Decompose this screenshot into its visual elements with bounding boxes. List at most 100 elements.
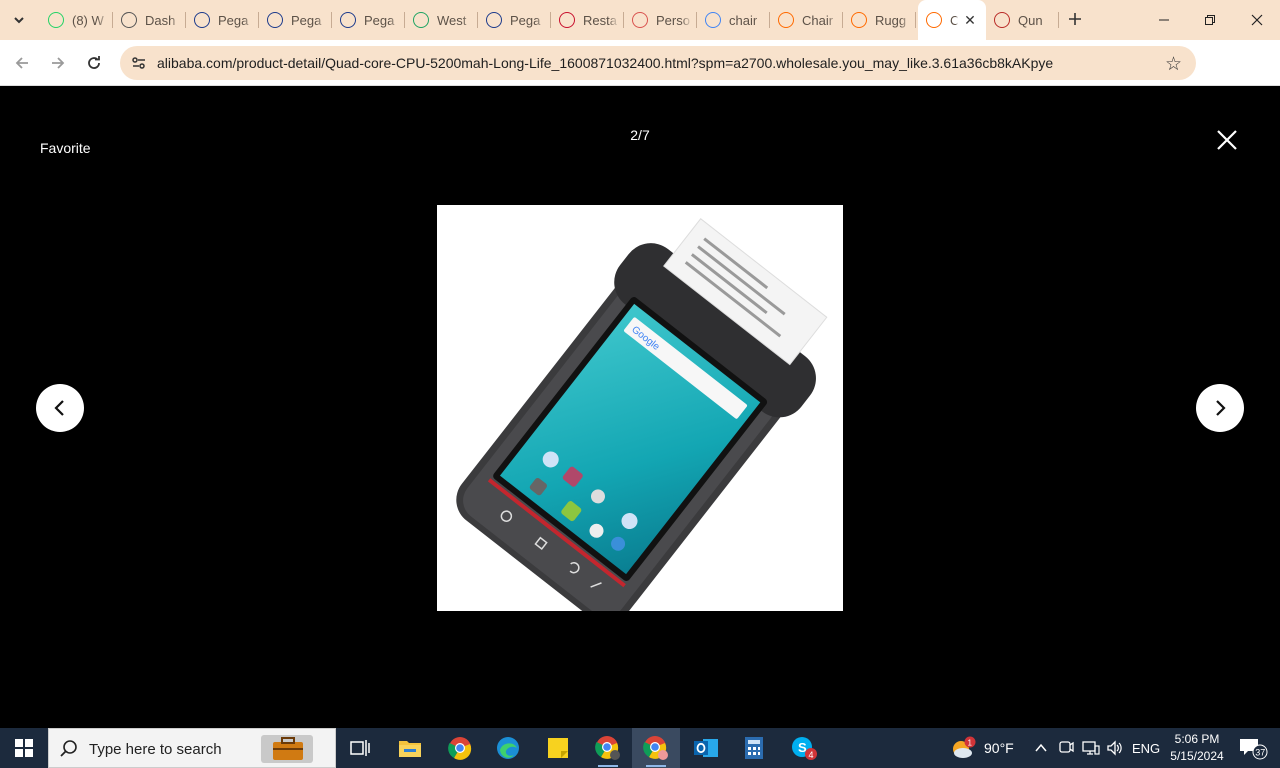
network-button[interactable] <box>1082 728 1100 768</box>
meet-now-button[interactable] <box>1058 728 1074 768</box>
paypal-icon <box>486 12 502 28</box>
calculator-icon <box>745 737 763 759</box>
browser-tab[interactable]: Chair <box>770 0 843 40</box>
clock-time: 5:06 PM <box>1174 732 1220 746</box>
skype-taskbar-button[interactable]: S4 <box>780 728 828 768</box>
site-info-icon[interactable] <box>130 54 148 72</box>
chrome-active-button[interactable] <box>632 728 680 768</box>
tab-title: (8) W <box>72 12 104 28</box>
volume-button[interactable] <box>1106 728 1124 768</box>
system-clock[interactable]: 5:06 PM 5/15/2024 <box>1166 731 1228 765</box>
taskbar-search[interactable]: Type here to search <box>48 728 336 768</box>
browser-tab[interactable]: Resta <box>551 0 624 40</box>
reload-icon <box>88 56 100 69</box>
chevron-right-icon <box>1216 400 1226 416</box>
image-viewer: Favorite 2/7 Google <box>0 87 1280 728</box>
tab-title: Pega <box>364 12 395 28</box>
task-view-button[interactable] <box>336 728 384 768</box>
next-image-button[interactable] <box>1196 384 1244 432</box>
restore-button[interactable] <box>1187 0 1233 40</box>
chevron-up-icon <box>1035 743 1047 752</box>
restaurant-icon <box>559 12 575 28</box>
close-tab-icon[interactable]: ✕ <box>962 12 978 28</box>
pos-terminal-illustration: Google <box>456 218 828 624</box>
browser-tab[interactable]: West <box>405 0 478 40</box>
edge-icon <box>497 737 519 759</box>
product-image: Google <box>437 205 843 624</box>
chrome-profile-icon <box>643 736 668 760</box>
bookmark-star-icon[interactable]: ☆ <box>1165 53 1182 76</box>
browser-tab[interactable]: Dash <box>113 0 186 40</box>
perso-icon <box>632 12 648 28</box>
arrow-left-icon <box>15 57 28 69</box>
browser-tab[interactable]: (8) W <box>40 0 113 40</box>
browser-tab[interactable]: Qun <box>986 0 1059 40</box>
tab-title: Chair <box>802 12 834 28</box>
minimize-button[interactable] <box>1141 0 1187 40</box>
weather-badge: 1 <box>968 739 973 748</box>
favorite-button[interactable]: Favorite <box>40 140 91 156</box>
browser-tab[interactable]: Pega <box>478 0 551 40</box>
previous-image-button[interactable] <box>36 384 84 432</box>
weather-sun-icon: 1 <box>953 736 976 758</box>
alibaba-icon <box>778 12 794 28</box>
tab-title: Rugg <box>875 12 907 28</box>
browser-tab[interactable]: Pega <box>186 0 259 40</box>
skype-badge-count: 4 <box>809 750 814 760</box>
start-button[interactable] <box>0 728 48 768</box>
tab-title: chair <box>729 12 758 28</box>
search-placeholder[interactable]: Type here to search <box>89 741 222 758</box>
paypal-icon <box>340 12 356 28</box>
task-view-icon <box>350 740 370 756</box>
file-explorer-button[interactable] <box>386 728 434 768</box>
show-hidden-icons[interactable] <box>1034 728 1048 768</box>
google-icon <box>705 12 721 28</box>
forward-button[interactable] <box>44 49 72 77</box>
chrome-icon <box>448 737 472 760</box>
notification-center-button[interactable]: 37 <box>1238 736 1268 760</box>
browser-tab[interactable]: Rugg <box>843 0 916 40</box>
browser-tab[interactable]: chair <box>697 0 770 40</box>
paypal-icon <box>194 12 210 28</box>
outlook-icon <box>694 739 718 757</box>
tab-search-button[interactable] <box>6 7 32 33</box>
weather-temp: 90°F <box>984 740 1014 756</box>
edge-taskbar-button[interactable] <box>484 728 532 768</box>
reload-button[interactable] <box>80 49 108 77</box>
tab-list: (8) W Dash Pega Pega Pega West Pega Resta Perso c… <box>40 0 1059 40</box>
tab-title: Qun <box>1018 12 1043 28</box>
chrome-taskbar-button[interactable] <box>436 728 484 768</box>
browser-tab[interactable]: Pega <box>259 0 332 40</box>
chrome-profile-icon <box>595 736 620 760</box>
tab-title: Pega <box>218 12 249 28</box>
tab-strip: (8) W Dash Pega Pega Pega West Pega Resta Perso c… <box>0 0 1280 40</box>
image-counter: 2/7 <box>630 127 650 143</box>
meet-icon <box>1059 741 1074 753</box>
alibaba-icon <box>926 12 942 28</box>
calculator-taskbar-button[interactable] <box>730 728 778 768</box>
briefcase-icon <box>273 737 303 760</box>
language-indicator[interactable]: ENG <box>1132 728 1160 768</box>
browser-tab[interactable]: Pega <box>332 0 405 40</box>
browser-tab[interactable]: C ✕ <box>918 0 986 40</box>
browser-tab[interactable]: Perso <box>624 0 697 40</box>
close-viewer-icon[interactable] <box>1212 125 1242 155</box>
tab-title: West <box>437 12 467 28</box>
alibaba-icon <box>851 12 867 28</box>
sticky-notes-button[interactable] <box>534 728 582 768</box>
url-text[interactable]: alibaba.com/product-detail/Quad-core-CPU… <box>157 55 1053 71</box>
close-window-button[interactable] <box>1234 0 1280 40</box>
whatsapp-icon <box>48 12 64 28</box>
chrome-profile-button[interactable] <box>584 728 632 768</box>
tab-title: Resta <box>583 12 617 28</box>
google-drive-icon <box>413 12 429 28</box>
weather-widget[interactable]: 1 90°F <box>950 728 1014 768</box>
notification-count: 37 <box>1255 748 1265 758</box>
search-highlight-image[interactable] <box>261 735 313 763</box>
outlook-taskbar-button[interactable] <box>682 728 730 768</box>
windows-logo-icon <box>15 739 33 757</box>
notification-icon: 37 <box>1240 739 1268 760</box>
back-button[interactable] <box>8 49 36 77</box>
new-tab-button[interactable] <box>1063 8 1087 32</box>
address-bar[interactable]: alibaba.com/product-detail/Quad-core-CPU… <box>120 46 1196 80</box>
